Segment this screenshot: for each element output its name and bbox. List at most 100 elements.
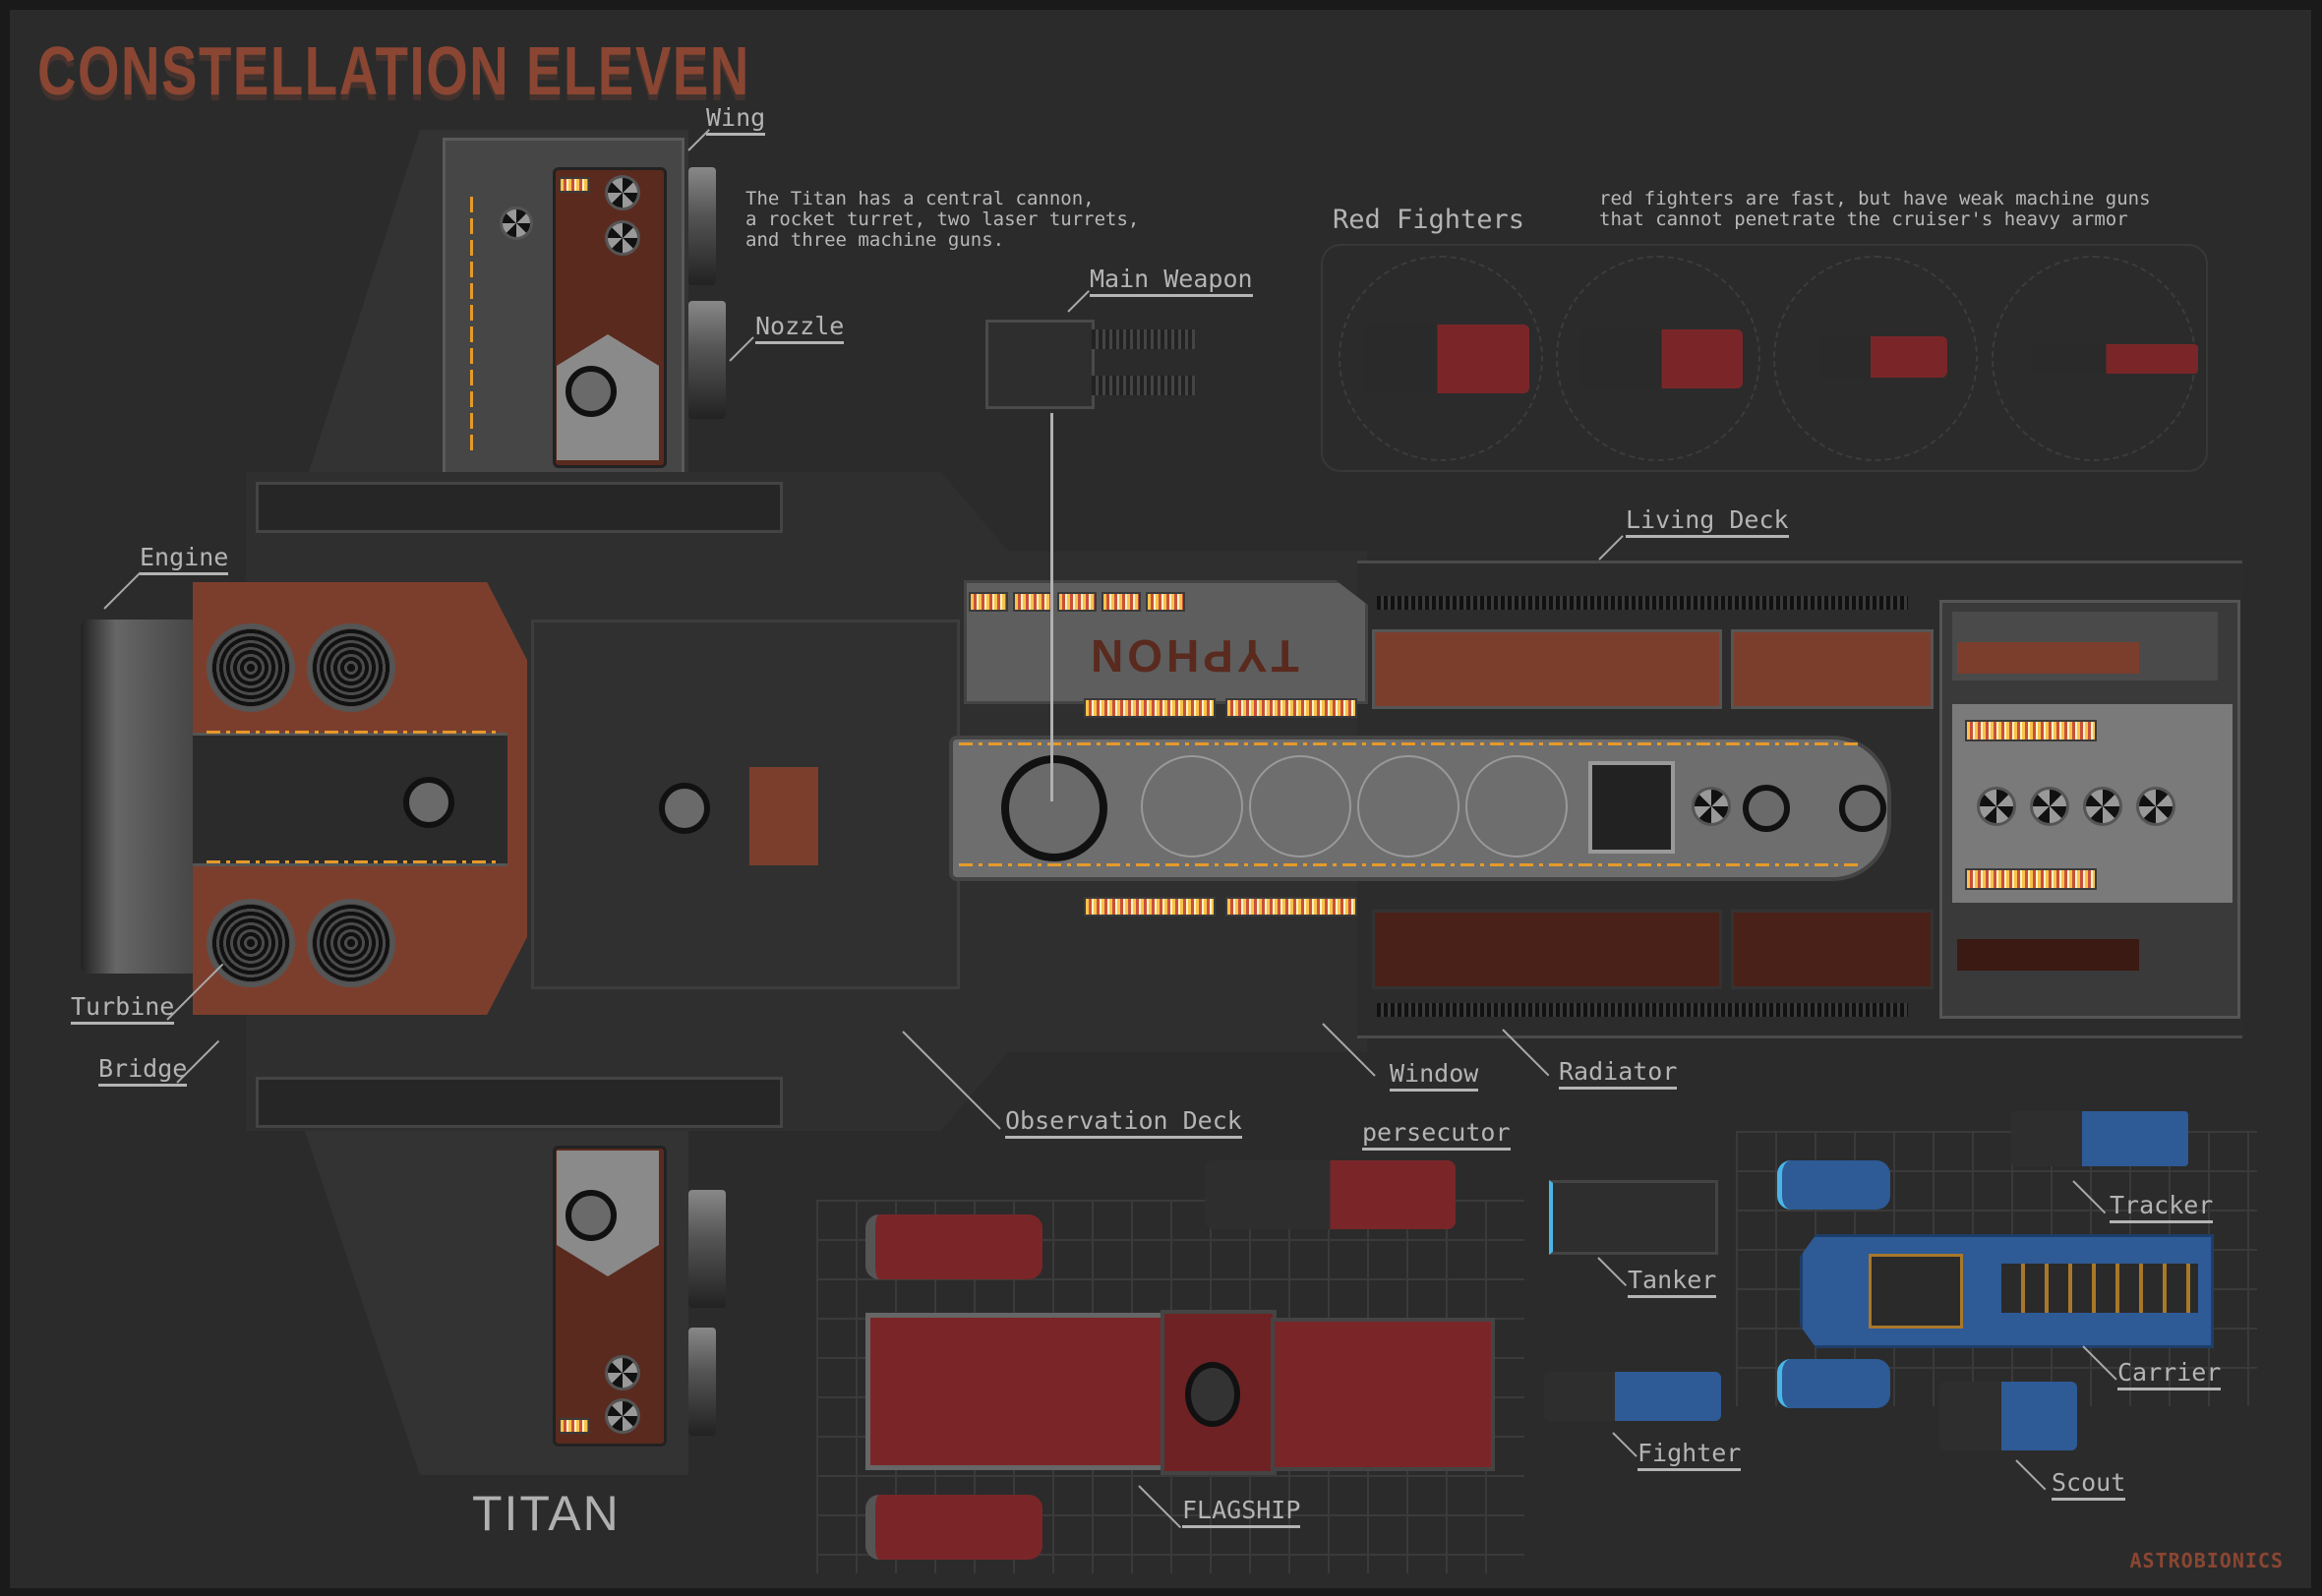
main-weapon-pointer [1050,413,1053,801]
leader-tanker [1597,1257,1627,1286]
radiator-vent [1377,596,1908,610]
red-fighter-1 [1362,325,1529,393]
flagship-pod [865,1495,1042,1560]
wing-amber-strip [470,197,473,452]
leader-nozzle [729,336,754,362]
carrier-pod [1777,1359,1890,1408]
label-engine: Engine [140,544,229,575]
poster-canvas: CONSTELLATION ELEVEN TYPHON Wing Nozzle … [10,10,2311,1588]
poster-title: CONSTELLATION ELEVEN [37,32,750,109]
wing-fan-icon [500,207,533,240]
artist-signature: ASTROBIONICS [2129,1549,2284,1572]
label-turbine: Turbine [71,993,175,1025]
red-fighter-3 [1819,336,1947,378]
deck-lights [1013,592,1052,612]
deck-lights [969,592,1008,612]
label-window: Window [1390,1060,1479,1092]
wing-turret-icon [566,1190,617,1241]
radiator-vent [1377,1003,1908,1017]
living-deck-room [1372,910,1722,989]
titan-top-nozzle [688,301,726,419]
laser-turret-icon [1692,787,1731,826]
label-flagship: FLAGSHIP [1182,1497,1301,1528]
carrier-hangar [2001,1264,2198,1313]
wing-fan-icon [605,1355,640,1390]
label-observation-deck: Observation Deck [1005,1107,1242,1139]
label-persecutor: persecutor [1362,1119,1511,1151]
titan-bottom-nozzle [688,1190,726,1308]
launch-tube-icon [1249,755,1351,857]
bow-lights [1965,720,2097,741]
turbine-icon [307,623,395,712]
cannon-bay-dash-bottom [959,863,1864,866]
deck-lights [1225,897,1357,916]
titan-lower-rail [256,1077,783,1128]
leader-wing [687,129,710,151]
engine-dash-bottom [207,860,502,863]
carrier-pod [1777,1160,1890,1210]
titan-name: TITAN [472,1486,621,1541]
titan-wing-lights [559,177,590,193]
wing-fan-icon [605,175,640,210]
persecutor-ship [1205,1160,1456,1229]
flagship-pod [865,1214,1042,1279]
carrier-cockpit [1869,1254,1963,1329]
machine-gun-icon [1839,785,1886,832]
titan-wing-lights [559,1418,590,1434]
label-main-weapon: Main Weapon [1090,266,1253,297]
bow-lights [1965,868,2097,890]
deck-lights [1225,698,1357,718]
leader-living-deck [1598,535,1624,561]
label-fighter: Fighter [1637,1440,1742,1471]
engine-dash-top [207,731,502,734]
label-living-deck: Living Deck [1626,506,1789,538]
tracker-ship [2011,1111,2188,1166]
turbine-icon [307,899,395,987]
main-weapon-barrel [1092,329,1195,349]
label-tracker: Tracker [2110,1192,2214,1223]
launch-tube-icon [1357,755,1459,857]
flagship-core-icon [1185,1362,1240,1427]
rocket-turret-icon [1588,761,1675,854]
titan-engine-nozzles [81,620,199,974]
label-radiator: Radiator [1559,1058,1678,1090]
red-fighter-2 [1580,329,1743,388]
bow-rust-strip [1957,642,2139,674]
living-deck-room [1372,629,1722,709]
living-deck-room [1731,910,1934,989]
bow-lower-rust-strip [1957,939,2139,971]
tanker-ship [1549,1180,1718,1255]
central-cannon-icon [1001,755,1107,861]
red-fighters-note: red fighters are fast, but have weak mac… [1599,188,2151,230]
cannon-bay-dash-top [959,742,1864,745]
label-carrier: Carrier [2117,1359,2222,1390]
turbine-icon [207,623,295,712]
red-fighter-4 [2031,344,2198,374]
red-fighters-title: Red Fighters [1333,205,1525,235]
mid-rust-panel [749,767,818,865]
wing-turret-icon [566,366,617,417]
titan-weapons-note: The Titan has a central cannon, a rocket… [745,188,1140,251]
leader-engine [103,571,142,610]
bow-fan-icon [2030,787,2069,826]
deck-lights [1084,698,1216,718]
wing-fan-icon [605,220,640,256]
titan-upper-rail [256,482,783,533]
mid-turret-icon [659,783,710,834]
blue-fighter-ship [1544,1372,1721,1421]
bow-fan-icon [1977,787,2016,826]
label-wing: Wing [706,104,766,136]
titan-top-nozzle [688,167,716,285]
leader-main-weapon [1067,290,1090,313]
label-scout: Scout [2052,1469,2126,1501]
bow-fan-icon [2136,787,2175,826]
machine-gun-icon [1743,785,1790,832]
wing-fan-icon [605,1398,640,1434]
leader-fighter [1612,1432,1637,1457]
label-tanker: Tanker [1628,1267,1717,1298]
main-weapon-module [985,320,1095,409]
deck-lights [1101,592,1141,612]
launch-tube-icon [1141,755,1243,857]
titan-mid-section [531,620,960,989]
flagship-hull [865,1313,1170,1470]
